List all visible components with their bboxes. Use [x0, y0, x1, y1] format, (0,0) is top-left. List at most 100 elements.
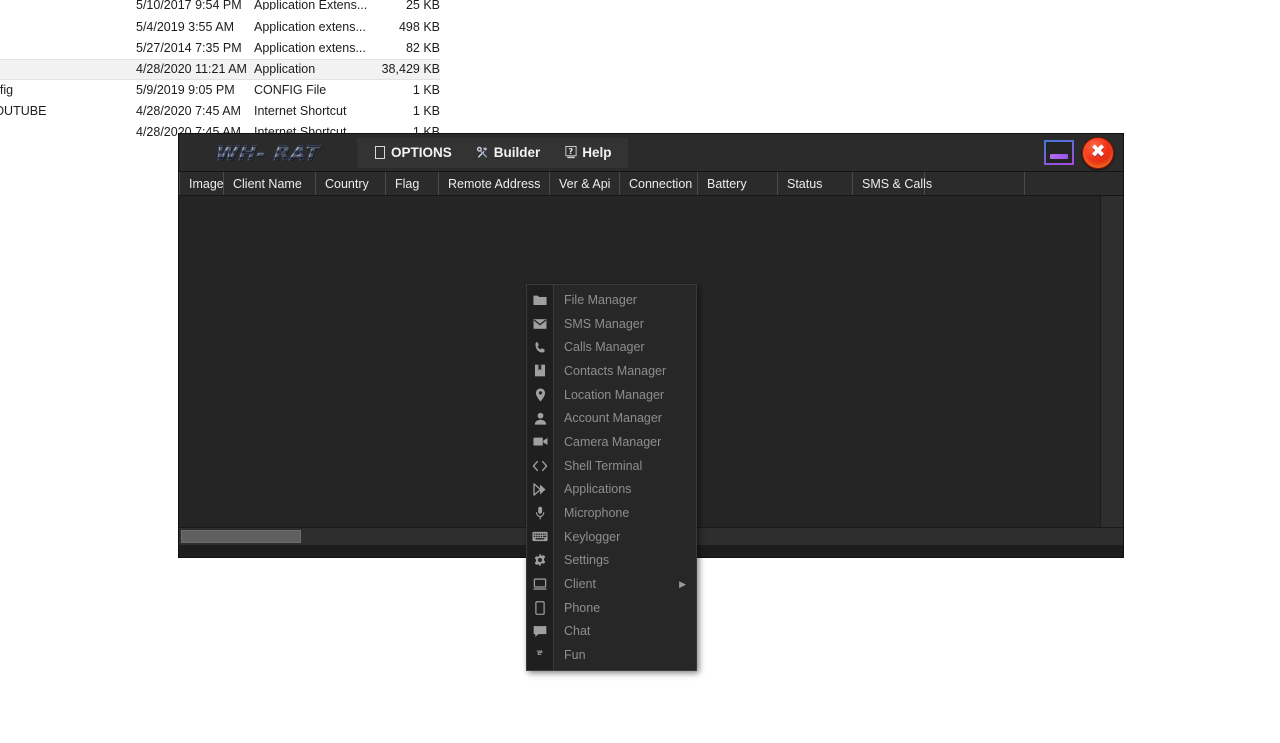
column-label: Client Name: [233, 176, 302, 191]
context-item-label: File Manager: [564, 292, 637, 307]
title-bar-spacer: [627, 134, 1044, 171]
column-header-ver-api[interactable]: Connection: [620, 172, 698, 195]
menu-item-help[interactable]: ? Help: [556, 140, 619, 166]
file-row[interactable]: YOUTUBE 4/28/2020 7:45 AM Internet Short…: [0, 101, 440, 122]
menu-item-options[interactable]: OPTIONS: [365, 140, 460, 166]
context-item-account-manager[interactable]: Account Manager: [527, 406, 696, 430]
column-header-status[interactable]: SMS & Calls: [853, 172, 932, 195]
context-item-label: Camera Manager: [564, 434, 662, 449]
video-camera-icon: [527, 430, 553, 454]
file-date: 4/28/2020 7:45 AM: [136, 104, 241, 118]
column-header-model[interactable]: Ver & Api: [550, 172, 620, 195]
context-item-client[interactable]: Client ▶: [527, 572, 696, 596]
context-item-chat[interactable]: Chat: [527, 620, 696, 644]
context-item-sms-manager[interactable]: SMS Manager: [527, 312, 696, 336]
book-icon: [527, 359, 553, 383]
file-row-selected[interactable]: 4/28/2020 11:21 AM Application 38,429 KB: [0, 59, 440, 80]
file-date: 5/9/2019 9:05 PM: [136, 83, 235, 97]
context-item-file-manager[interactable]: File Manager: [527, 288, 696, 312]
client-grid-body: File Manager SMS Manager Calls Manager C…: [179, 196, 1123, 671]
column-label: Country: [325, 176, 369, 191]
column-header-image[interactable]: Image: [179, 172, 224, 195]
column-label: SMS & Calls: [862, 176, 933, 191]
hammer-and-wrench-icon: [476, 145, 489, 160]
context-item-label: Keylogger: [564, 529, 621, 544]
column-header-battery[interactable]: Status: [778, 172, 853, 195]
close-button[interactable]: ✖: [1082, 136, 1114, 169]
keyboard-icon: [527, 525, 553, 549]
file-row[interactable]: 5/27/2014 7:35 PM Application extens... …: [0, 38, 440, 59]
context-item-label: Fun: [564, 648, 586, 663]
column-label: Remote Address: [448, 176, 541, 191]
client-context-menu: File Manager SMS Manager Calls Manager C…: [526, 284, 697, 671]
column-header-sms-calls[interactable]: [925, 172, 1025, 195]
file-size: 1 KB: [412, 104, 440, 118]
context-item-calls-manager[interactable]: Calls Manager: [527, 335, 696, 359]
context-item-label: Calls Manager: [564, 340, 645, 355]
file-row[interactable]: onfig 5/9/2019 9:05 PM CONFIG File 1 KB: [0, 80, 440, 101]
context-item-label: Location Manager: [564, 387, 665, 402]
file-explorer-list: 5/10/2017 9:54 PM Application Extens... …: [0, 0, 440, 139]
envelope-icon: [527, 312, 553, 336]
menu-item-builder[interactable]: Builder: [468, 140, 549, 166]
context-item-keylogger[interactable]: Keylogger: [527, 525, 696, 549]
column-header-country[interactable]: Country: [316, 172, 386, 195]
minimize-icon: [1050, 154, 1068, 159]
file-name: onfig: [0, 83, 14, 97]
partial-glyph-icon: [527, 643, 553, 667]
column-header-flag[interactable]: Flag: [386, 172, 439, 195]
column-label: Battery: [707, 176, 747, 191]
file-date: 5/4/2019 3:55 AM: [136, 20, 234, 34]
app-logo: WH- RAT: [179, 134, 357, 171]
context-item-label: Phone: [564, 600, 601, 615]
file-row[interactable]: 5/4/2019 3:55 AM Application extens... 4…: [0, 17, 440, 38]
menu-item-builder-label: Builder: [493, 145, 541, 160]
context-item-label: Applications: [564, 482, 632, 497]
file-date: 4/28/2020 11:21 AM: [136, 62, 247, 76]
main-menu-strip: OPTIONS Builder ? Help: [357, 137, 628, 168]
screen: 5/10/2017 9:54 PM Application Extens... …: [0, 0, 1280, 743]
column-label: Connection: [629, 176, 693, 191]
context-item-applications[interactable]: Applications: [527, 478, 696, 502]
column-header-remote-address[interactable]: Remote Address: [439, 172, 550, 195]
file-size: 38,429 KB: [381, 62, 440, 76]
window-controls: ✖: [1044, 134, 1123, 171]
file-size: 82 KB: [405, 41, 440, 55]
close-icon: ✖: [1090, 140, 1106, 162]
file-size: 1 KB: [412, 83, 440, 97]
submenu-arrow-icon: ▶: [679, 578, 686, 589]
gear-icon: [527, 549, 553, 573]
context-item-label: Client: [564, 577, 596, 592]
vertical-scrollbar[interactable]: [1100, 196, 1123, 545]
context-item-fun[interactable]: Fun: [527, 643, 696, 667]
context-item-location-manager[interactable]: Location Manager: [527, 383, 696, 407]
context-item-label: Account Manager: [564, 411, 662, 426]
file-row[interactable]: 5/10/2017 9:54 PM Application Extens... …: [0, 0, 440, 17]
horizontal-scrollbar-thumb[interactable]: [181, 530, 301, 543]
microphone-icon: [527, 501, 553, 525]
context-item-settings[interactable]: Settings: [527, 549, 696, 573]
play-triangles-icon: [527, 478, 553, 502]
code-brackets-icon: [527, 454, 553, 478]
context-item-contacts-manager[interactable]: Contacts Manager: [527, 359, 696, 383]
menu-item-options-label: OPTIONS: [391, 145, 452, 160]
person-icon: [527, 406, 553, 430]
context-item-camera-manager[interactable]: Camera Manager: [527, 430, 696, 454]
column-label: Ver & Api: [559, 176, 611, 191]
minimize-button[interactable]: [1044, 140, 1074, 165]
client-grid-header: Image Client Name Country Flag Remote Ad…: [179, 172, 1123, 196]
context-item-phone[interactable]: Phone: [527, 596, 696, 620]
column-header-client-name[interactable]: Client Name: [224, 172, 316, 195]
context-item-label: Contacts Manager: [564, 363, 667, 378]
column-label: Image: [189, 176, 224, 191]
map-pin-icon: [527, 383, 553, 407]
phone-handset-icon: [527, 335, 553, 359]
context-item-shell-terminal[interactable]: Shell Terminal: [527, 454, 696, 478]
column-header-connection[interactable]: Battery: [698, 172, 778, 195]
context-item-microphone[interactable]: Microphone: [527, 501, 696, 525]
column-label: Flag: [395, 176, 420, 191]
rat-application-window: WH- RAT OPTIONS Builder ? Help ✖ Image C…: [178, 133, 1124, 671]
monitor-icon: [527, 572, 553, 596]
context-item-label: Shell Terminal: [564, 458, 643, 473]
box-glyph-icon: [373, 145, 386, 160]
